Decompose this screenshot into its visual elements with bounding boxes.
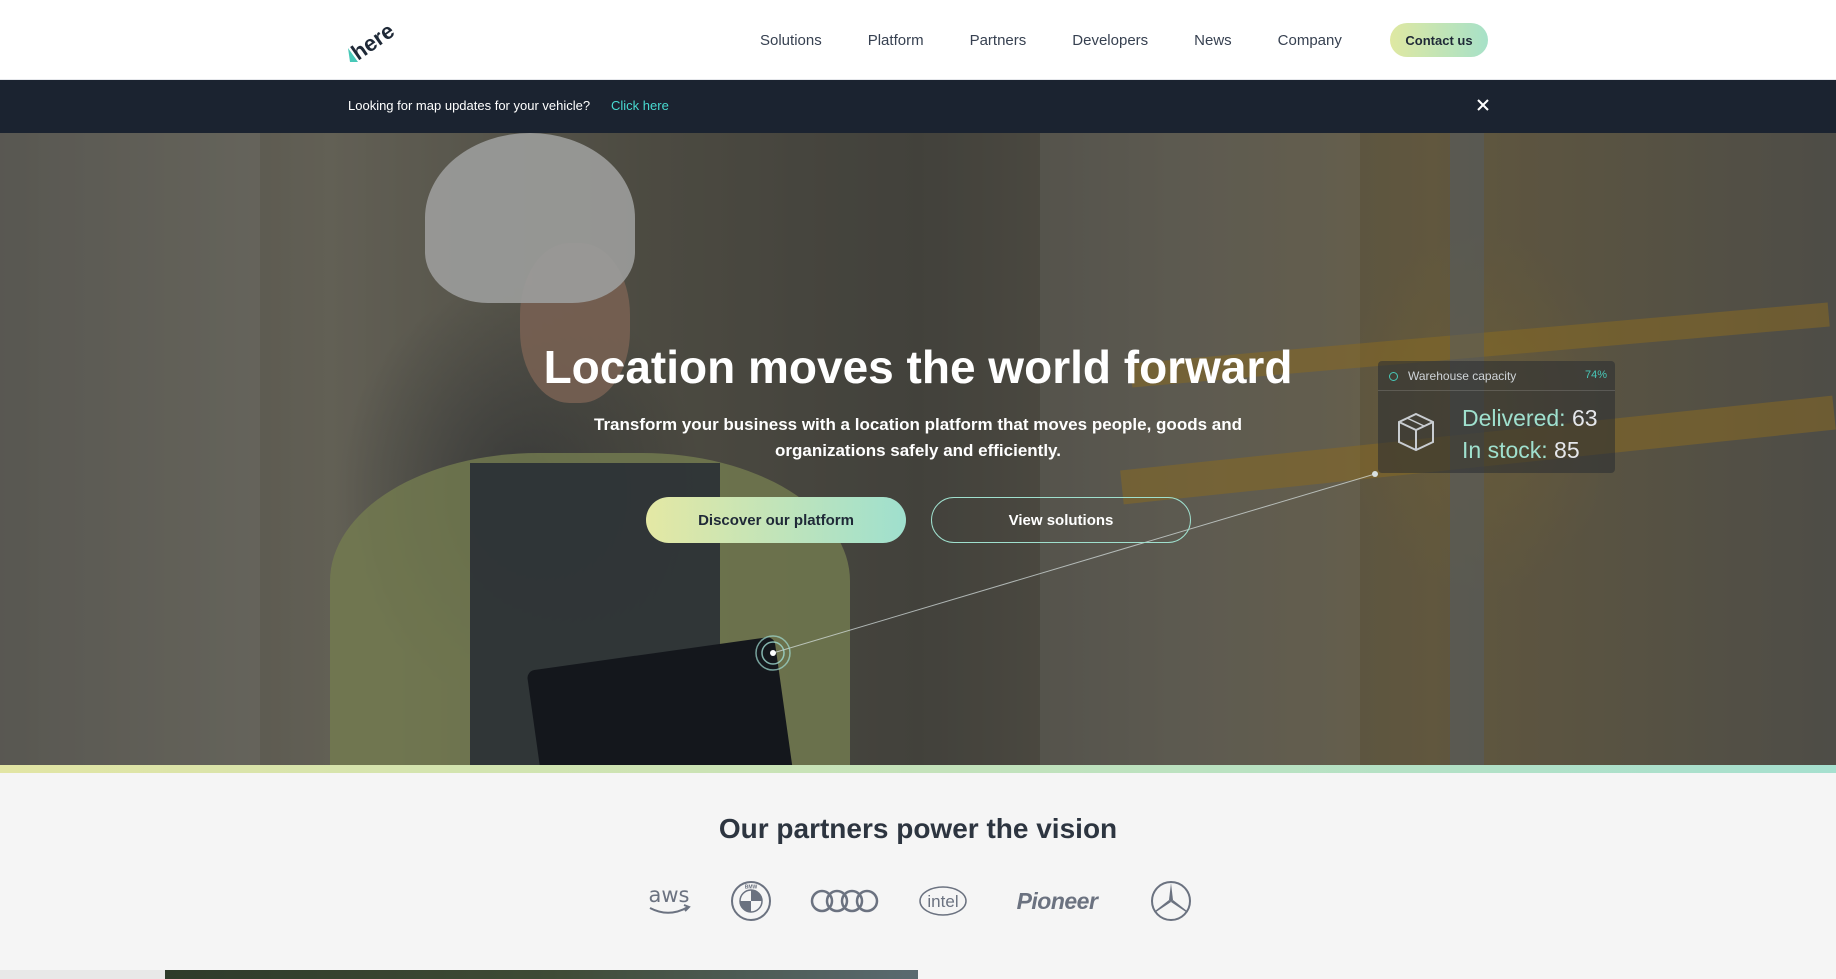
mercedes-logo[interactable]	[1150, 878, 1192, 924]
notice-text: Looking for map updates for your vehicle…	[348, 98, 591, 113]
svg-text:here: here	[347, 18, 394, 62]
widget-header: Warehouse capacity 74%	[1378, 361, 1615, 391]
delivered-value: 63	[1571, 405, 1598, 431]
hero-subtitle: Transform your business with a location …	[594, 415, 1242, 460]
discover-platform-button[interactable]: Discover our platform	[646, 497, 906, 543]
svg-text:BMW: BMW	[745, 885, 758, 891]
stock-value: 85	[1554, 437, 1580, 463]
audi-logo[interactable]	[810, 878, 880, 924]
warehouse-capacity-widget: Warehouse capacity 74% Delivered: 63 In …	[1378, 361, 1615, 473]
contact-us-button[interactable]: Contact us	[1390, 23, 1488, 57]
next-section-image	[0, 970, 918, 979]
notice-bar: Looking for map updates for your vehicle…	[0, 80, 1836, 133]
status-dot-icon	[1389, 372, 1398, 381]
nav-developers[interactable]: Developers	[1072, 32, 1148, 49]
hero-section: Location moves the world forward Transfo…	[0, 133, 1836, 765]
stock-row: In stock: 85	[1462, 437, 1580, 464]
box-icon	[1395, 411, 1437, 453]
notice-link[interactable]: Click here	[611, 98, 669, 113]
close-icon[interactable]	[1472, 94, 1494, 116]
partners-section: Our partners power the vision aws BMW in…	[0, 773, 1836, 979]
intel-logo[interactable]: intel	[918, 878, 968, 924]
svg-text:aws: aws	[649, 884, 690, 907]
pioneer-logo[interactable]: Pioneer	[1002, 878, 1112, 924]
main-nav: Solutions Platform Partners Developers N…	[760, 0, 1388, 80]
aws-logo[interactable]: aws	[644, 878, 694, 924]
accent-gradient-line	[0, 765, 1836, 773]
widget-percent: 74%	[1584, 369, 1607, 381]
view-solutions-button[interactable]: View solutions	[931, 497, 1191, 543]
svg-text:intel: intel	[927, 892, 958, 911]
here-logo[interactable]: here	[346, 18, 399, 65]
delivered-label: Delivered:	[1462, 405, 1566, 431]
nav-partners[interactable]: Partners	[970, 32, 1027, 49]
nav-platform[interactable]: Platform	[868, 32, 924, 49]
site-header: here Solutions Platform Partners Develop…	[0, 0, 1836, 80]
nav-company[interactable]: Company	[1278, 32, 1342, 49]
bmw-logo[interactable]: BMW	[730, 878, 772, 924]
delivered-row: Delivered: 63	[1462, 405, 1598, 432]
widget-title: Warehouse capacity	[1408, 369, 1517, 383]
nav-news[interactable]: News	[1194, 32, 1232, 49]
stock-label: In stock:	[1462, 437, 1548, 463]
partners-title: Our partners power the vision	[718, 813, 1118, 844]
nav-solutions[interactable]: Solutions	[760, 32, 822, 49]
